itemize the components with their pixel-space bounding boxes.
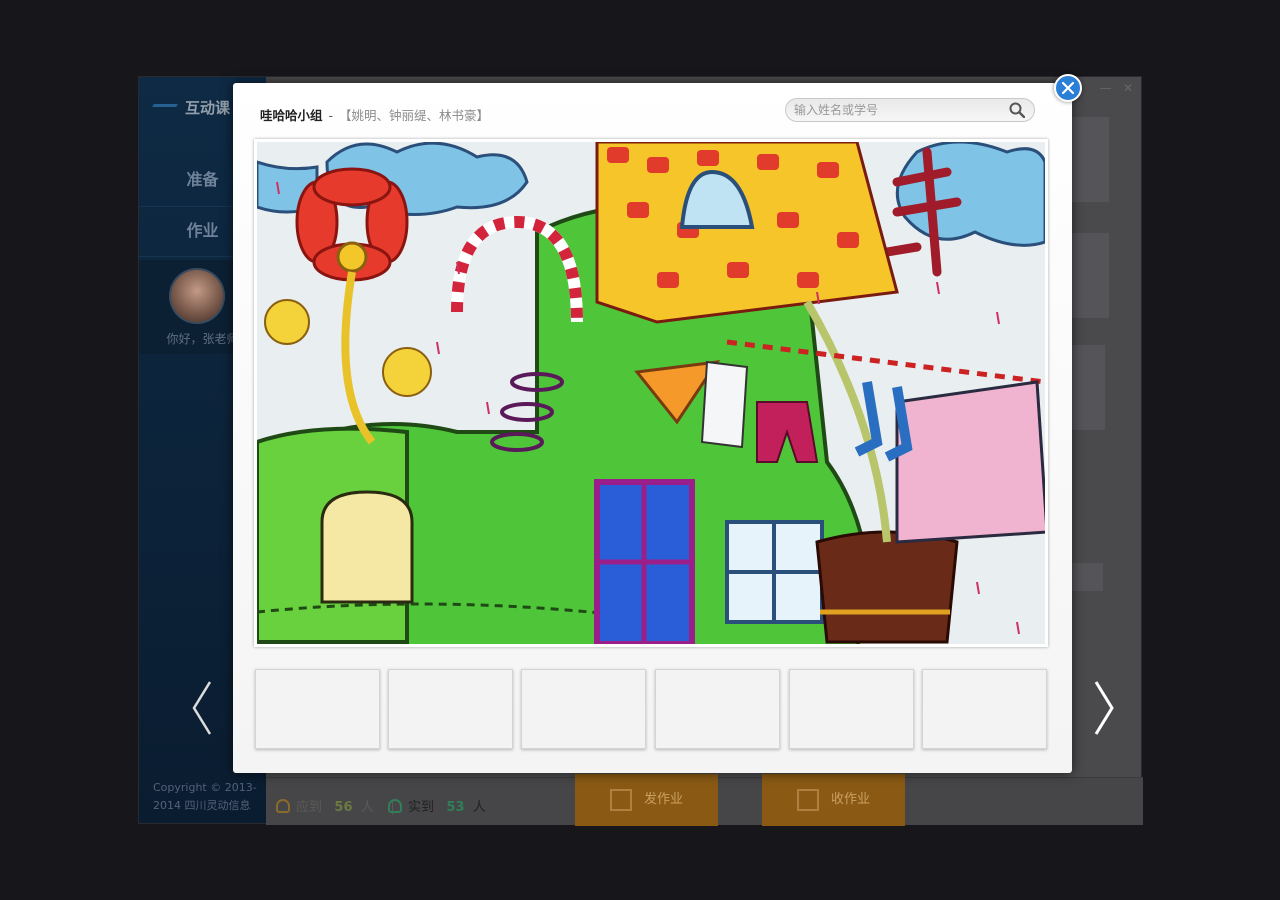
thumbnail-strip — [255, 669, 1049, 749]
person-icon — [388, 799, 402, 813]
assign-homework-button[interactable]: 发作业 — [575, 774, 718, 826]
chevron-left-icon[interactable] — [190, 680, 214, 736]
actual-stat: 实到 53 人 — [388, 796, 486, 815]
chevron-right-icon[interactable] — [1092, 680, 1116, 736]
bottom-bar: 应到 56 人 | 实到 53 人 发作业 收作业 — [266, 774, 1143, 826]
collect-label: 收作业 — [830, 792, 870, 807]
content-panel — [1069, 233, 1109, 318]
thumbnail[interactable] — [655, 669, 780, 749]
nav-prepare-label: 准备 — [186, 170, 219, 189]
thumbnail[interactable] — [255, 669, 380, 749]
content-panel — [1069, 563, 1103, 591]
homework-image — [254, 139, 1048, 647]
title-separator: - — [328, 108, 334, 123]
close-window-icon[interactable]: ✕ — [1123, 81, 1133, 95]
logo-mark-icon — [148, 103, 178, 114]
actual-label: 实到 — [408, 800, 435, 815]
actual-count: 53 — [446, 800, 465, 815]
thumbnail[interactable] — [922, 669, 1047, 749]
person-icon — [276, 799, 290, 813]
content-panel — [1069, 345, 1105, 430]
window-controls: — ✕ — [1099, 81, 1133, 95]
thumbnail[interactable] — [388, 669, 513, 749]
drawing-image — [257, 142, 1045, 644]
assign-icon — [609, 788, 632, 811]
expected-unit: 人 — [360, 800, 374, 815]
minimize-icon[interactable]: — — [1099, 81, 1111, 95]
nav-homework-label: 作业 — [186, 221, 219, 240]
actual-unit: 人 — [472, 800, 486, 815]
search-input[interactable] — [794, 102, 999, 118]
expected-count: 56 — [334, 800, 353, 815]
assign-label: 发作业 — [643, 792, 683, 807]
avatar[interactable] — [169, 268, 225, 324]
close-modal-button[interactable] — [1054, 74, 1082, 102]
collect-icon — [796, 788, 819, 811]
group-members: 【姚明、钟丽缇、林书豪】 — [339, 108, 490, 123]
thumbnail[interactable] — [789, 669, 914, 749]
thumbnail[interactable] — [521, 669, 646, 749]
expected-stat: 应到 56 人 | — [276, 796, 395, 815]
copyright: Copyright © 2013-2014 四川灵动信息 — [153, 781, 257, 812]
student-search — [785, 98, 1035, 122]
search-icon[interactable] — [1009, 102, 1025, 118]
logo-text: 互动课 — [185, 99, 231, 117]
modal-title: 哇哈哈小组 - 【姚明、钟丽缇、林书豪】 — [260, 105, 489, 124]
expected-label: 应到 — [296, 800, 323, 815]
close-icon — [1062, 82, 1074, 94]
content-panel — [1069, 117, 1109, 202]
group-name: 哇哈哈小组 — [260, 108, 323, 123]
collect-homework-button[interactable]: 收作业 — [762, 774, 905, 826]
homework-viewer-modal: 哇哈哈小组 - 【姚明、钟丽缇、林书豪】 — [233, 83, 1072, 773]
